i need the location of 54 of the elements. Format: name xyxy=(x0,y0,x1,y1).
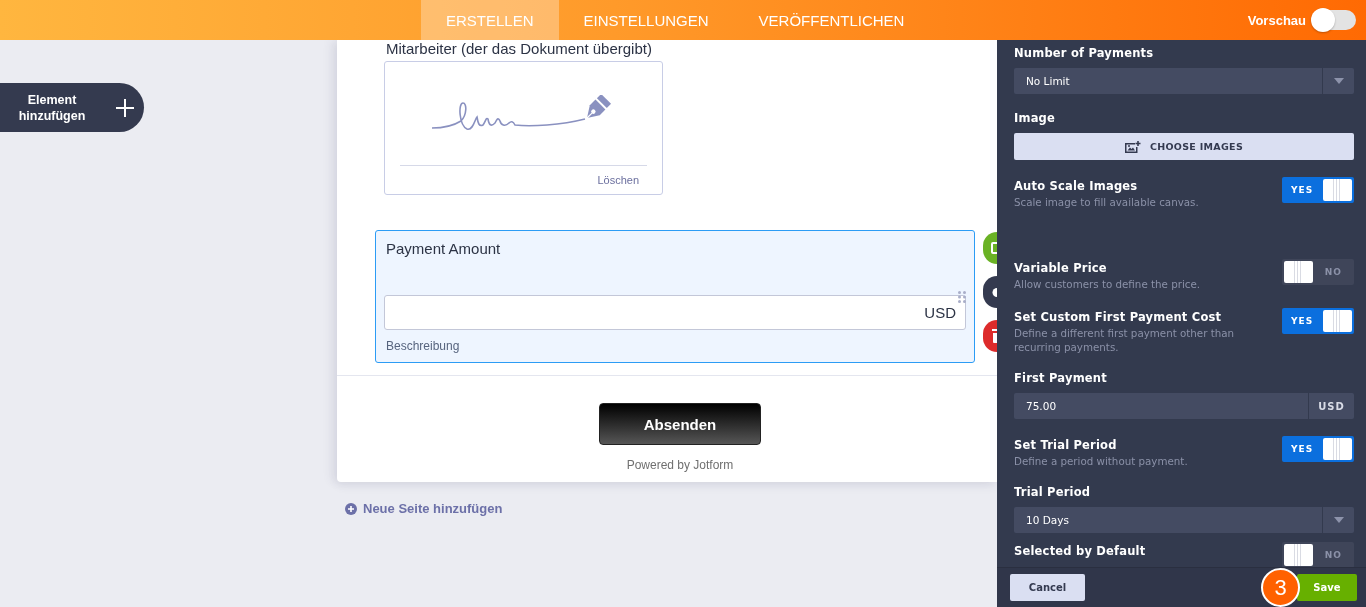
powered-by-text: Powered by Jotform xyxy=(626,459,734,471)
field-label: Trial Period xyxy=(1014,485,1091,499)
toggle-switch[interactable]: YES xyxy=(1282,177,1354,203)
trash-icon xyxy=(991,329,997,343)
save-button[interactable]: Save xyxy=(1297,574,1357,601)
field-description: Define a period without payment. xyxy=(1014,454,1188,468)
clear-link[interactable]: Löschen xyxy=(597,174,639,186)
plus-icon xyxy=(116,98,134,117)
copy-icon xyxy=(991,242,997,254)
field-label: Payment Amount xyxy=(385,240,501,258)
choose-images-button[interactable]: CHOOSE IMAGES xyxy=(1014,133,1354,160)
field-label: First Payment xyxy=(1014,371,1107,385)
input-field[interactable]: 75.00 xyxy=(1014,393,1308,419)
field-description: Scale image to fill available canvas. xyxy=(1014,195,1199,209)
field-label: Number of Payments xyxy=(1014,46,1154,60)
toggle-switch[interactable]: NO xyxy=(1282,259,1354,285)
field-label: Variable Price xyxy=(1014,261,1107,275)
signature-pen-icon xyxy=(431,95,612,133)
cancel-button[interactable]: Cancel xyxy=(1010,574,1085,601)
copy-button[interactable] xyxy=(983,232,997,264)
dropdown-button[interactable] xyxy=(1323,507,1354,533)
dropdown-button[interactable] xyxy=(1323,68,1354,94)
preview-toggle[interactable] xyxy=(1312,10,1356,30)
dropdown-select[interactable]: 10 Days xyxy=(1014,507,1322,533)
field-sublabel: Beschreibung xyxy=(385,340,460,352)
add-image-icon xyxy=(1124,140,1141,153)
field-label: Set Trial Period xyxy=(1014,438,1117,452)
toggle-switch[interactable]: NO xyxy=(1282,542,1354,567)
caret-icon xyxy=(1333,517,1344,523)
field-label: Auto Scale Images xyxy=(1014,179,1138,193)
field-label: Mitarbeiter (der das Dokument übergibt) xyxy=(386,41,652,57)
step-badge: 3 xyxy=(1261,568,1300,607)
add-element-button[interactable]: Element hinzufügen xyxy=(0,83,144,132)
add-circle-icon xyxy=(345,502,357,515)
field-label: Image xyxy=(1014,111,1056,125)
delete-button[interactable] xyxy=(983,320,997,352)
caret-icon xyxy=(1333,78,1344,84)
signature-pad[interactable]: Löschen xyxy=(384,61,663,195)
dropdown-select[interactable]: No Limit xyxy=(1014,68,1322,94)
gear-icon xyxy=(991,287,997,297)
currency-addon: USD xyxy=(1309,393,1354,419)
toggle-switch[interactable]: YES xyxy=(1282,436,1354,462)
add-page-link[interactable]: Neue Seite hinzufügen xyxy=(363,501,503,516)
payment-field-card[interactable]: Payment Amount USD Beschreibung xyxy=(375,230,975,363)
preview-label: Vorschau xyxy=(1247,12,1306,28)
toggle-switch[interactable]: YES xyxy=(1282,308,1354,334)
amount-input-field[interactable]: USD xyxy=(384,295,966,330)
field-label: Set Custom First Payment Cost xyxy=(1014,310,1222,324)
settings-button[interactable] xyxy=(983,276,997,308)
submit-button[interactable]: Absenden xyxy=(599,403,761,445)
field-label: Selected by Default xyxy=(1014,544,1146,558)
field-description: Allow customers to define the price. xyxy=(1014,277,1201,291)
field-description: Define a different first payment other than recurring payments. xyxy=(1014,326,1236,354)
drag-handle-icon[interactable] xyxy=(958,291,966,303)
